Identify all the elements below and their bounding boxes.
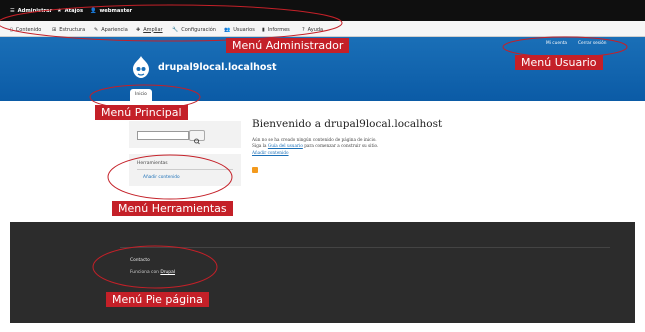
annotation-admin-menu: Menú Administrador — [226, 38, 350, 53]
tools-title: Herramientas — [137, 161, 168, 166]
contact-link[interactable]: Contacto — [130, 258, 150, 263]
drupal-link[interactable]: Drupal — [160, 270, 175, 275]
powered-by: Funciona con Drupal — [130, 270, 175, 275]
menu-label: Configuración — [181, 26, 216, 33]
menu-label: Ayuda — [307, 26, 324, 33]
menu-item-configuration[interactable]: 🔧 Configuración — [172, 24, 216, 35]
tab-home[interactable]: Inicio — [130, 89, 152, 101]
annotation-user-menu: Menú Usuario — [515, 55, 603, 70]
menu-item-extend[interactable]: ✚ Ampliar — [136, 24, 163, 35]
page-title: Bienvenido a drupal9local.localhost — [252, 118, 443, 130]
text: Siga la — [252, 143, 267, 148]
text: para comenzar a construir su sitio. — [304, 143, 379, 148]
menu-item-people[interactable]: 👥 Usuarios — [224, 24, 255, 35]
menu-item-structure[interactable]: ⊞ Estructura — [52, 24, 85, 35]
my-account-link[interactable]: Mi cuenta — [546, 41, 567, 46]
drupal-logo-icon[interactable] — [131, 55, 151, 79]
search-icon — [194, 138, 200, 145]
tools-block — [129, 154, 241, 186]
menu-label: Contenido — [15, 26, 42, 33]
user-tab[interactable]: 👤 webmaster — [90, 5, 132, 16]
manage-label: Administrar — [17, 7, 53, 14]
annotation-main-menu: Menú Principal — [95, 105, 188, 120]
search-button[interactable] — [189, 130, 205, 145]
welcome-text-line1: Aún no se ha creado ningún contenido de … — [252, 137, 377, 142]
admin-menu-tray: ▯ Contenido ⊞ Estructura ✎ Apariencia ✚ Ampl… — [0, 21, 645, 37]
menu-item-help[interactable]: ? Ayuda — [302, 24, 323, 35]
shortcuts-tab[interactable]: ★ Atajos — [57, 5, 83, 16]
bar-chart-icon: ▮ — [262, 26, 265, 33]
star-icon: ★ — [57, 7, 62, 14]
document-icon: ▯ — [10, 26, 13, 33]
footer-divider — [120, 247, 610, 248]
menu-label: Ampliar — [143, 26, 163, 33]
annotation-tools-menu: Menú Herramientas — [112, 201, 233, 216]
search-input[interactable] — [137, 131, 189, 140]
menu-item-reports[interactable]: ▮ Informes — [262, 24, 290, 35]
welcome-text-line2: Siga la Guía del usuario para comenzar a… — [252, 143, 378, 148]
manage-tab[interactable]: ☰ Administrar — [10, 5, 52, 16]
help-icon: ? — [302, 26, 305, 33]
hamburger-icon: ☰ — [10, 7, 15, 14]
logout-link[interactable]: Cerrar sesión — [578, 41, 607, 46]
menu-label: Usuarios — [233, 26, 255, 33]
wrench-icon: 🔧 — [172, 26, 179, 33]
menu-label: Apariencia — [101, 26, 128, 33]
person-icon: 👤 — [90, 7, 97, 14]
user-label: webmaster — [99, 7, 133, 14]
menu-label: Estructura — [59, 26, 86, 33]
puzzle-icon: ✚ — [136, 26, 141, 33]
powered-text: Funciona con — [130, 270, 159, 275]
site-name[interactable]: drupal9local.localhost — [158, 62, 277, 73]
shortcuts-label: Atajos — [64, 7, 84, 14]
divider — [137, 169, 233, 170]
user-guide-link[interactable]: Guía del usuario — [268, 143, 303, 148]
add-content-link[interactable]: Añadir contenido — [252, 150, 289, 155]
structure-icon: ⊞ — [52, 26, 57, 33]
admin-toolbar-bar: ☰ Administrar ★ Atajos 👤 webmaster — [0, 0, 645, 21]
menu-label: Informes — [267, 26, 290, 33]
rss-feed-icon[interactable] — [252, 167, 258, 173]
brush-icon: ✎ — [94, 26, 99, 33]
people-icon: 👥 — [224, 26, 231, 33]
menu-item-content[interactable]: ▯ Contenido — [10, 24, 41, 35]
site-footer — [10, 222, 635, 323]
menu-item-appearance[interactable]: ✎ Apariencia — [94, 24, 128, 35]
add-content-menu-link[interactable]: Añadir contenido — [143, 175, 180, 180]
annotation-footer-menu: Menú Pie página — [106, 292, 209, 307]
